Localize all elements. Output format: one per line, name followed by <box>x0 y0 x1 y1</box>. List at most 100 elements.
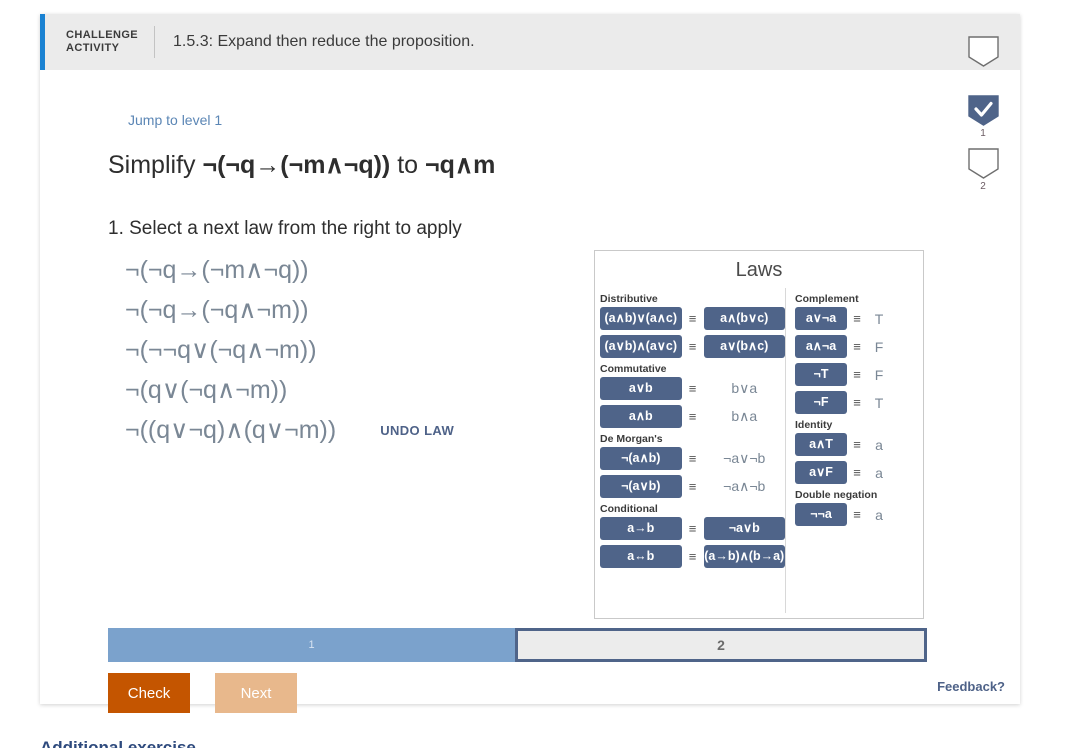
law-group-title-identity: Identity <box>795 419 833 431</box>
law-row: a∨¬a ≡ T <box>795 307 923 330</box>
shield-marker-header[interactable] <box>967 36 999 67</box>
equivalence-symbol: ≡ <box>688 521 697 536</box>
law-button-lhs[interactable]: a∧b <box>600 405 682 428</box>
challenge-label-line2: ACTIVITY <box>66 42 120 54</box>
equivalence-symbol: ≡ <box>853 339 861 354</box>
simplify-prompt: Simplify ¬(¬q→(¬m∧¬q)) to ¬q∧m <box>108 150 495 180</box>
law-result-text: a <box>875 506 883 523</box>
equivalence-symbol: ≡ <box>853 465 861 480</box>
derivation-step-row-current: ¬((q∨¬q)∧(q∨¬m)) UNDO LAW <box>125 410 454 450</box>
top-strip <box>0 0 1084 8</box>
law-result-text: ¬a∧¬b <box>723 478 766 494</box>
equivalence-symbol: ≡ <box>853 507 861 522</box>
law-button-lhs[interactable]: a∨¬a <box>795 307 847 330</box>
law-button-lhs[interactable]: a→b <box>600 517 682 540</box>
law-button-lhs[interactable]: ¬(a∧b) <box>600 447 682 470</box>
law-row: a∧b ≡ b∧a <box>600 405 785 428</box>
simplify-connector: to <box>397 151 419 179</box>
equivalence-symbol: ≡ <box>688 311 697 326</box>
law-button-rhs[interactable]: a∧(b∨c) <box>703 307 785 330</box>
law-row: (a∧b)∨(a∧c) ≡ a∧(b∨c) <box>600 307 785 330</box>
header-divider <box>154 26 155 58</box>
law-result-text: ¬a∨¬b <box>723 450 766 466</box>
law-result-text: a <box>875 436 883 453</box>
law-result-text: b∧a <box>731 408 758 424</box>
equivalence-symbol: ≡ <box>853 395 861 410</box>
derivation-step-row: ¬(¬¬q∨(¬q∧¬m)) <box>125 330 454 370</box>
equivalence-symbol: ≡ <box>853 437 861 452</box>
law-row: a∨F ≡ a <box>795 461 923 484</box>
law-row: a∨b ≡ b∨a <box>600 377 785 400</box>
challenge-header: CHALLENGE ACTIVITY 1.5.3: Expand then re… <box>40 14 1020 70</box>
simplify-prefix: Simplify <box>108 151 196 179</box>
below-card-cut-text: Additional exercise <box>40 738 196 748</box>
equivalence-symbol: ≡ <box>688 409 697 424</box>
equivalence-symbol: ≡ <box>688 451 697 466</box>
laws-column-right: Complement a∨¬a ≡ T a∧¬a ≡ F ¬T ≡ F ¬F ≡… <box>785 288 923 613</box>
derivation-step-row: ¬(¬q→(¬q∧¬m)) <box>125 290 454 330</box>
law-button-lhs[interactable]: a∧T <box>795 433 847 456</box>
derivation-step-expression: ¬(¬q→(¬q∧¬m)) <box>125 296 309 324</box>
law-row: a→b ≡ ¬a∨b <box>600 517 785 540</box>
law-result-text: T <box>874 394 884 411</box>
challenge-label-line1: CHALLENGE <box>66 29 139 41</box>
derivation-step-expression: ¬(¬¬q∨(¬q∧¬m)) <box>125 336 317 364</box>
progress-tabs: 1 2 <box>108 628 927 662</box>
action-buttons: Check Next <box>108 673 297 713</box>
law-button-lhs[interactable]: a∧¬a <box>795 335 847 358</box>
equivalence-symbol: ≡ <box>688 339 697 354</box>
equivalence-symbol: ≡ <box>688 381 697 396</box>
law-result-text: b∨a <box>731 380 758 396</box>
law-button-lhs[interactable]: a∨F <box>795 461 847 484</box>
progress-tab-1[interactable]: 1 <box>108 628 515 662</box>
next-button[interactable]: Next <box>215 673 297 713</box>
law-group-title-complement: Complement <box>795 293 859 305</box>
shield-marker-2[interactable] <box>967 148 999 179</box>
shield-marker-1[interactable] <box>967 95 999 126</box>
equivalence-symbol: ≡ <box>688 549 697 564</box>
derivation-step-expression: ¬((q∨¬q)∧(q∨¬m)) <box>125 416 337 444</box>
law-button-lhs[interactable]: a∨b <box>600 377 682 400</box>
law-button-lhs[interactable]: (a∨b)∧(a∨c) <box>600 335 682 358</box>
law-row: a↔b ≡ (a→b)∧(b→a) <box>600 545 785 568</box>
undo-law-button[interactable]: UNDO LAW <box>380 423 454 438</box>
simplify-source-expression: ¬(¬q→(¬m∧¬q)) <box>202 151 391 179</box>
challenge-title: 1.5.3: Expand then reduce the propositio… <box>173 33 475 50</box>
shield-marker-1-number: 1 <box>980 128 986 139</box>
laws-column-left: Distributive (a∧b)∨(a∧c) ≡ a∧(b∨c) (a∨b)… <box>595 288 785 613</box>
law-button-rhs[interactable]: (a→b)∧(b→a) <box>703 545 785 568</box>
shield-marker-2-number: 2 <box>980 181 986 192</box>
law-group-title-commutative: Commutative <box>600 363 667 375</box>
derivation-step-row: ¬(q∨(¬q∧¬m)) <box>125 370 454 410</box>
law-group-title-distributive: Distributive <box>600 293 658 305</box>
law-button-rhs[interactable]: a∨(b∧c) <box>703 335 785 358</box>
derivation-steps: ¬(¬q→(¬m∧¬q)) ¬(¬q→(¬q∧¬m)) ¬(¬¬q∨(¬q∧¬m… <box>125 250 454 450</box>
law-result-text: T <box>874 310 884 327</box>
law-button-rhs[interactable]: ¬a∨b <box>703 517 785 540</box>
progress-tab-2[interactable]: 2 <box>515 628 927 662</box>
law-group-title-double-negation: Double negation <box>795 489 878 501</box>
law-button-lhs[interactable]: a↔b <box>600 545 682 568</box>
law-button-lhs[interactable]: ¬T <box>795 363 847 386</box>
simplify-target-expression: ¬q∧m <box>425 151 496 179</box>
derivation-step-row: ¬(¬q→(¬m∧¬q)) <box>125 250 454 290</box>
feedback-link[interactable]: Feedback? <box>937 679 1005 694</box>
laws-panel: Laws Distributive (a∧b)∨(a∧c) ≡ a∧(b∨c) … <box>594 250 924 619</box>
check-button[interactable]: Check <box>108 673 190 713</box>
law-result-text: a <box>875 464 883 481</box>
challenge-activity-label: CHALLENGE ACTIVITY <box>66 29 142 55</box>
law-button-lhs[interactable]: ¬F <box>795 391 847 414</box>
progress-marker-rail: 1 2 <box>963 28 1003 201</box>
law-button-lhs[interactable]: ¬¬a <box>795 503 847 526</box>
law-row: ¬T ≡ F <box>795 363 923 386</box>
law-result-text: F <box>874 338 884 355</box>
step-instruction: 1. Select a next law from the right to a… <box>108 218 462 239</box>
law-row: (a∨b)∧(a∨c) ≡ a∨(b∧c) <box>600 335 785 358</box>
jump-to-level-link[interactable]: Jump to level 1 <box>128 112 222 128</box>
law-row: a∧T ≡ a <box>795 433 923 456</box>
law-row: ¬(a∨b) ≡ ¬a∧¬b <box>600 475 785 498</box>
law-button-lhs[interactable]: ¬(a∨b) <box>600 475 682 498</box>
law-group-title-de-morgans: De Morgan's <box>600 433 663 445</box>
law-button-lhs[interactable]: (a∧b)∨(a∧c) <box>600 307 682 330</box>
law-row: ¬(a∧b) ≡ ¬a∨¬b <box>600 447 785 470</box>
